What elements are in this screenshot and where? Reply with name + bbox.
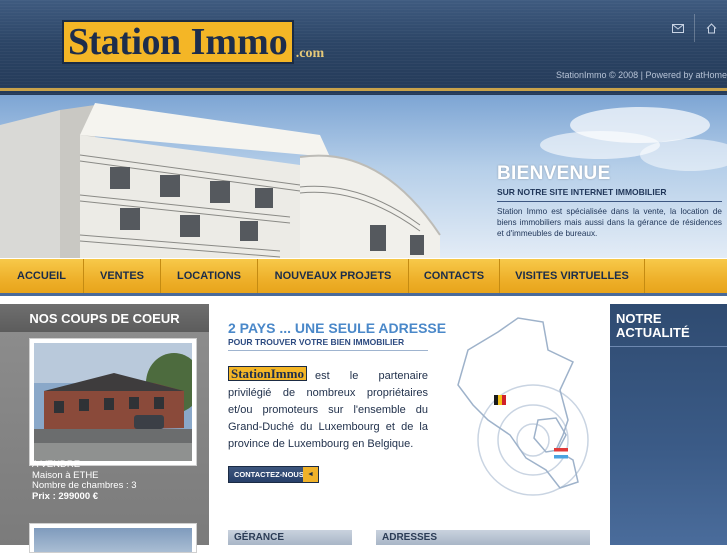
news-heading: NOTRE ACTUALITÉ <box>616 312 690 340</box>
hero-subtitle: SUR NOTRE SITE INTERNET IMMOBILIER <box>497 187 667 197</box>
site-header: Station Immo .com StationImmo © 2008 | P… <box>0 0 727 95</box>
nav-item-accueil[interactable]: ACCUEIL <box>0 259 84 293</box>
section-title: 2 PAYS ... UNE SEULE ADRESSE <box>228 320 447 336</box>
luxembourg-flag-icon <box>554 448 568 459</box>
header-icons <box>662 14 727 42</box>
nav-item-ventes[interactable]: VENTES <box>84 259 161 293</box>
news-heading-line2: ACTUALITÉ <box>616 325 690 340</box>
region-map <box>457 317 589 496</box>
hero-title: BIENVENUE <box>497 163 611 184</box>
site-logo[interactable]: Station Immo .com <box>62 20 324 64</box>
property-details: A VENDRE Maison à ETHE Nombre de chambre… <box>32 459 137 502</box>
nav-item-nouveaux-projets[interactable]: NOUVEAUX PROJETS <box>258 259 409 293</box>
intro-paragraph: StationImmo est le partenaire privilégié … <box>228 366 428 453</box>
property-rooms: Nombre de chambres : 3 <box>32 480 137 491</box>
hero-banner: BIENVENUE SUR NOTRE SITE INTERNET IMMOBI… <box>0 95 727 258</box>
property-status: A VENDRE <box>32 459 81 470</box>
main-navigation: ACCUEIL VENTES LOCATIONS NOUVEAUX PROJET… <box>0 258 727 295</box>
envelope-icon[interactable] <box>662 14 694 42</box>
logo-box: Station Immo <box>62 20 294 64</box>
news-heading-line1: NOTRE <box>616 311 662 326</box>
nav-item-visites-virtuelles[interactable]: VISITES VIRTUELLES <box>500 259 645 293</box>
property-price: Prix : 299000 € <box>32 490 99 502</box>
favorites-heading: NOS COUPS DE COEUR <box>0 304 209 332</box>
property-photo-next[interactable] <box>29 523 197 553</box>
logo-word-station: Station <box>68 21 181 63</box>
hero-welcome-block: BIENVENUE SUR NOTRE SITE INTERNET IMMOBI… <box>497 163 722 239</box>
inline-logo: StationImmo <box>228 366 307 381</box>
nav-item-contacts[interactable]: CONTACTS <box>409 259 500 293</box>
property-photo[interactable] <box>29 338 197 466</box>
logo-domain-suffix: .com <box>295 46 325 61</box>
contact-us-button[interactable]: CONTACTEZ-NOUS ◄ <box>228 466 319 483</box>
hero-description: Station Immo est spécialisée dans la ven… <box>497 207 722 238</box>
contact-us-label: CONTACTEZ-NOUS <box>234 470 304 479</box>
header-divider <box>0 88 727 91</box>
hero-divider <box>497 201 722 202</box>
tab-gerance[interactable]: GÉRANCE <box>228 530 352 545</box>
nav-item-locations[interactable]: LOCATIONS <box>161 259 258 293</box>
arrow-left-icon: ◄ <box>303 467 318 482</box>
favorites-panel: NOS COUPS DE COEUR A VENDRE Maison à ETH… <box>0 304 209 553</box>
home-icon[interactable] <box>694 14 727 42</box>
copyright-text: StationImmo © 2008 | Powered by atHome <box>555 70 727 80</box>
news-panel: NOTRE ACTUALITÉ <box>610 304 727 545</box>
intro-text: est le partenaire privilégié de nombreux… <box>228 370 428 450</box>
nav-bottom-rule <box>0 293 727 296</box>
section-subtitle: POUR TROUVER VOTRE BIEN IMMOBILIER <box>228 337 405 347</box>
section-divider <box>228 350 428 351</box>
news-divider <box>610 346 727 347</box>
tab-adresses[interactable]: ADRESSES <box>376 530 590 545</box>
belgium-flag-icon <box>494 395 506 405</box>
logo-word-immo: Immo <box>190 21 288 63</box>
